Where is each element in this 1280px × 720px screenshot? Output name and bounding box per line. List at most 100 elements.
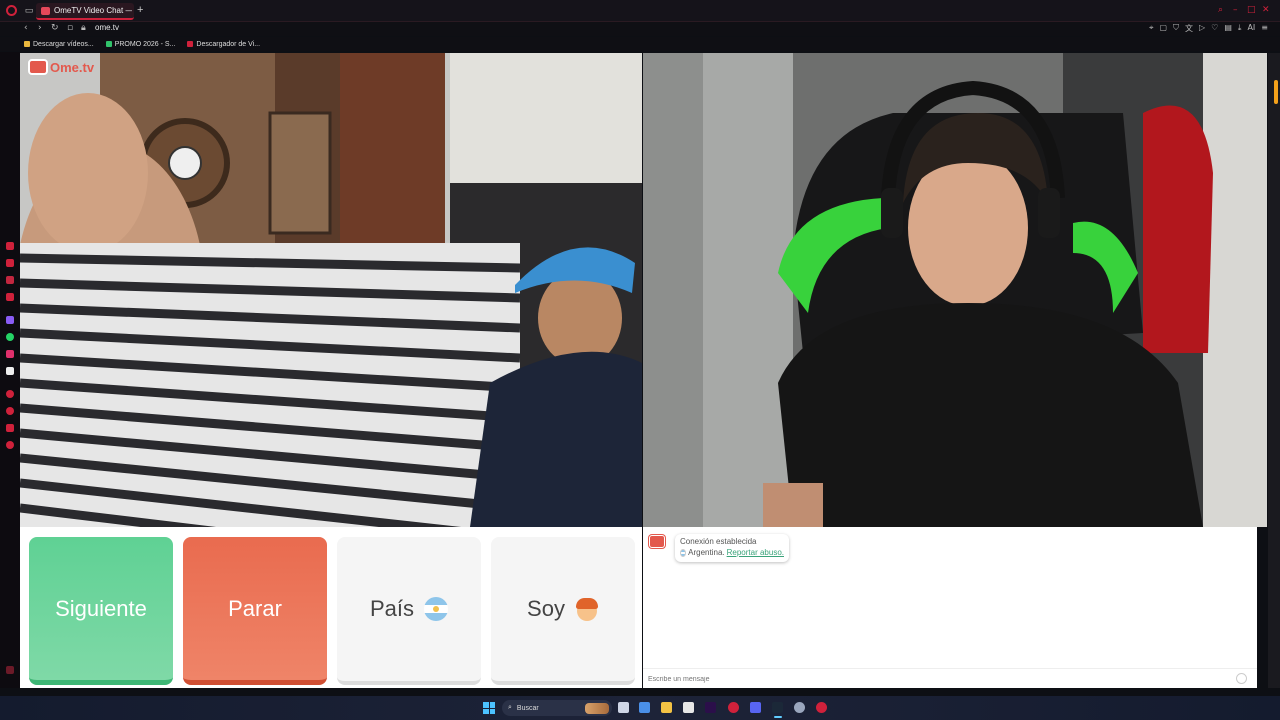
- search-highlight-icon: [585, 702, 609, 714]
- steam-icon[interactable]: [772, 702, 783, 713]
- workspaces-icon[interactable]: ▭: [24, 6, 34, 16]
- page-scrollbar[interactable]: [1268, 53, 1280, 688]
- bookmark-label: Descargar vídeos...: [33, 40, 94, 48]
- stranger-video: Ome.tv: [20, 53, 642, 527]
- bookmark-favicon-icon: [105, 41, 112, 47]
- country-button[interactable]: País: [337, 537, 481, 685]
- boy-emoji-icon: [575, 597, 599, 621]
- play-icon[interactable]: ▷: [1199, 23, 1205, 34]
- self-video: [643, 53, 1267, 527]
- minimize-icon[interactable]: –: [1233, 5, 1238, 15]
- gender-button-label: Soy: [527, 596, 565, 621]
- translate-icon[interactable]: 文: [1185, 23, 1193, 34]
- argentina-flag-icon: [424, 597, 449, 621]
- new-tab-button[interactable]: +: [137, 4, 143, 16]
- premiere-icon[interactable]: [705, 702, 716, 713]
- ometv-avatar-icon: [649, 535, 665, 548]
- bookmark-label: Descargador de Vi...: [196, 40, 261, 48]
- country-button-label: País: [369, 596, 415, 621]
- opera-logo-icon[interactable]: [6, 5, 17, 16]
- screen: ▭ OmeTV Video Chat — C + ⌕ – □ ✕ ‹ › ↻ ▫…: [0, 0, 1280, 720]
- bookmarks-bar: Descargar vídeos... PROMO 2026 - S... De…: [0, 37, 1280, 51]
- history-icon[interactable]: [6, 407, 14, 415]
- self-video-scene: [643, 53, 1267, 527]
- page-scrollbar-thumb[interactable]: [1274, 80, 1278, 104]
- control-panel: Siguiente Parar País Soy: [20, 527, 642, 688]
- report-abuse-link[interactable]: Reportar abuso.: [727, 548, 784, 557]
- emoji-icon[interactable]: [1236, 673, 1247, 684]
- stranger-video-scene: [20, 53, 642, 527]
- x-icon[interactable]: [6, 367, 14, 375]
- bookmarks-icon[interactable]: [6, 424, 14, 432]
- pin-icon[interactable]: ⌖: [1149, 23, 1154, 34]
- shield-icon[interactable]: ⛉: [1173, 23, 1179, 34]
- bookmark-favicon-icon: [24, 41, 30, 47]
- system-message: Conexión establecida Argentina. Reportar…: [675, 534, 789, 562]
- ometv-logo-text: Ome.tv: [50, 59, 95, 75]
- menu-icon[interactable]: ≡: [1261, 23, 1268, 34]
- stranger-country: Argentina.: [688, 548, 725, 557]
- heart-icon[interactable]: ♡: [1211, 23, 1218, 34]
- reload-icon[interactable]: ↻: [51, 23, 59, 33]
- bookmark-item[interactable]: Descargador de Vi...: [187, 37, 260, 51]
- obs-icon[interactable]: [794, 702, 805, 713]
- search-icon: ⌕: [508, 704, 512, 711]
- forward-icon[interactable]: ›: [38, 23, 42, 33]
- snapshot-icon[interactable]: ▢: [1159, 23, 1167, 34]
- bookmark-item[interactable]: PROMO 2026 - S...: [105, 37, 176, 51]
- stop-button-label: Parar: [228, 595, 282, 621]
- chat-icon[interactable]: [6, 293, 14, 301]
- twitch-icon[interactable]: [6, 316, 14, 324]
- whatsapp-icon[interactable]: [6, 333, 14, 341]
- back-icon[interactable]: ‹: [24, 23, 28, 33]
- tab-title: OmeTV Video Chat — C: [54, 6, 132, 15]
- argentina-mini-flag-icon: [680, 548, 687, 557]
- feed-icon[interactable]: [6, 259, 14, 267]
- download-icon[interactable]: ⤓: [1238, 23, 1242, 34]
- stranger-country-line: Argentina. Reportar abuso.: [680, 548, 784, 557]
- start-icon[interactable]: [483, 702, 495, 714]
- browser-sidebar: [0, 52, 20, 688]
- discord-icon[interactable]: [750, 702, 761, 713]
- active-app-indicator: [774, 716, 782, 718]
- browser-tab-strip: ▭ OmeTV Video Chat — C + ⌕ – □ ✕: [0, 0, 1280, 22]
- opera-gx-icon[interactable]: [728, 702, 739, 713]
- notepad-icon[interactable]: [683, 702, 694, 713]
- bookmark-item[interactable]: Descargar vídeos...: [24, 37, 94, 51]
- address-bar: ‹ › ↻ ▫ 🔒︎ ome.tv ⌖ ▢ ⛉ 文 ▷ ♡ ▤ ⤓ AI ≡: [0, 22, 1280, 36]
- aria-icon[interactable]: [6, 242, 14, 250]
- maximize-icon[interactable]: □: [1247, 5, 1256, 15]
- next-button[interactable]: Siguiente: [29, 537, 173, 685]
- wallet-icon[interactable]: ▤: [1224, 23, 1232, 34]
- camera-icon[interactable]: ▫: [67, 23, 73, 33]
- messenger-icon[interactable]: [6, 276, 14, 284]
- widgets-icon[interactable]: [639, 702, 650, 713]
- instagram-icon[interactable]: [6, 350, 14, 358]
- task-view-icon[interactable]: [618, 702, 629, 713]
- ometv-logo: Ome.tv: [28, 59, 94, 75]
- lock-icon[interactable]: 🔒︎: [81, 23, 86, 33]
- next-button-label: Siguiente: [55, 595, 147, 621]
- tab-favicon-icon: [41, 7, 50, 15]
- gender-button[interactable]: Soy: [491, 537, 635, 685]
- tab-ometv[interactable]: OmeTV Video Chat — C: [36, 3, 134, 20]
- file-explorer-icon[interactable]: [661, 702, 672, 713]
- connection-status: Conexión establecida: [680, 537, 757, 546]
- taskbar-search-label: Buscar: [516, 704, 539, 712]
- close-icon[interactable]: ✕: [1262, 5, 1270, 15]
- settings-icon[interactable]: [6, 441, 14, 449]
- message-input[interactable]: [648, 673, 1228, 685]
- ometv-logo-icon: [28, 59, 48, 75]
- ai-button[interactable]: AI: [1247, 23, 1255, 34]
- toolbar-right: ⌖ ▢ ⛉ 文 ▷ ♡ ▤ ⤓ AI ≡: [1149, 23, 1268, 34]
- taskbar-search[interactable]: ⌕ Buscar: [502, 700, 612, 716]
- bookmark-label: PROMO 2026 - S...: [114, 40, 176, 48]
- chat-panel: Conexión establecida Argentina. Reportar…: [643, 527, 1257, 688]
- windows-taskbar: ⌕ Buscar: [0, 696, 1280, 720]
- opera-icon[interactable]: [816, 702, 827, 713]
- url-field[interactable]: ome.tv: [95, 23, 119, 32]
- stop-button[interactable]: Parar: [183, 537, 327, 685]
- more-icon[interactable]: [6, 666, 14, 674]
- search-tabs-icon[interactable]: ⌕: [1218, 5, 1223, 15]
- music-icon[interactable]: [6, 390, 14, 398]
